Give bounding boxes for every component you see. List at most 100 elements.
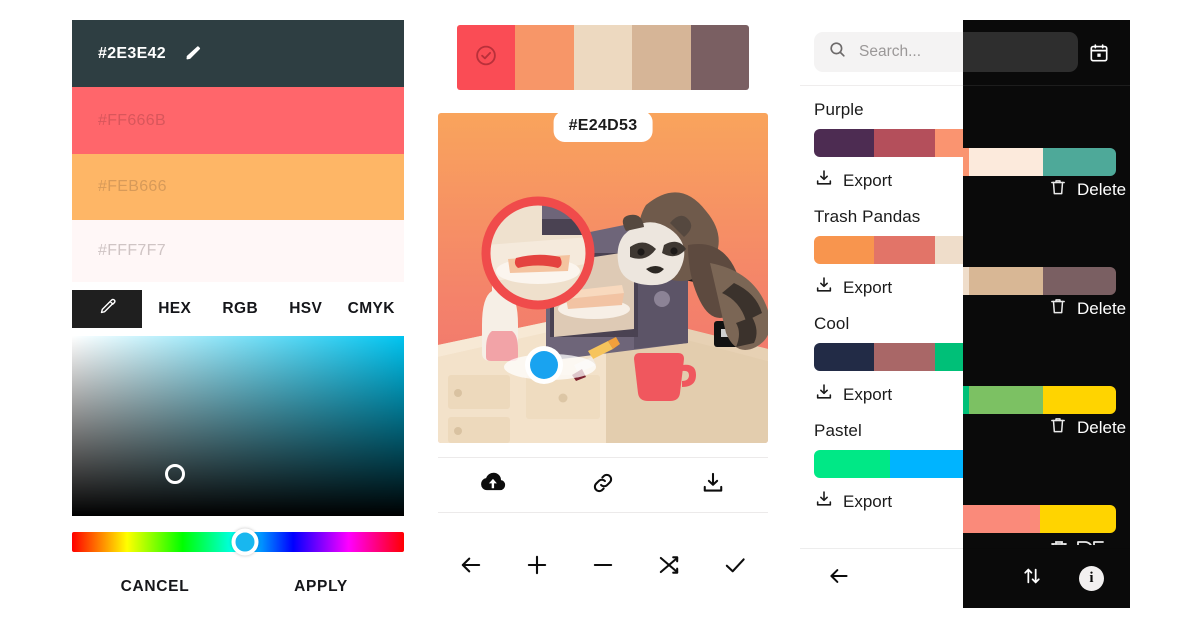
download-button[interactable] (658, 470, 768, 501)
palette-color-bar[interactable] (814, 236, 1116, 264)
search-divider (800, 85, 1130, 86)
saved-palettes-panel: Search... Purple Export Delete Trash Pan… (800, 20, 1130, 608)
shuffle-button[interactable] (636, 551, 702, 584)
check-circle-icon (473, 42, 499, 73)
palette-swatch[interactable] (1055, 236, 1116, 264)
palette-actions: Export Delete (814, 168, 1116, 193)
cloud-upload-button[interactable] (438, 470, 548, 501)
palette-list-item[interactable]: Cool Export Delete (800, 314, 1130, 407)
palette-swatch[interactable] (995, 343, 1056, 371)
palette-actions: Export Delete (814, 382, 1116, 407)
confirm-button[interactable] (702, 551, 768, 584)
check-icon (721, 551, 749, 584)
palette-swatch[interactable] (1055, 343, 1116, 371)
export-button[interactable]: Export (814, 275, 892, 300)
tab-rgb[interactable]: RGB (208, 300, 274, 318)
palette-swatch[interactable] (995, 129, 1056, 157)
palette-swatch[interactable] (814, 236, 875, 264)
tab-hsv[interactable]: HSV (273, 300, 339, 318)
palette-name: Cool (814, 314, 850, 333)
palette-color-bar[interactable] (814, 450, 1116, 478)
back-button[interactable] (826, 563, 852, 594)
bottom-bar-right-actions: i (1021, 565, 1104, 592)
palette-list-item[interactable]: Trash Pandas Export Delete (800, 207, 1130, 300)
palette-list-item[interactable]: Purple Export Delete (800, 100, 1130, 193)
eyedropper-tab[interactable] (72, 290, 142, 328)
palette-swatch[interactable] (814, 343, 875, 371)
detail-swatch[interactable] (632, 25, 691, 90)
illustration-container: #E24D53 (438, 111, 768, 443)
swatch-hex-label: #FFF7F7 (98, 242, 166, 259)
palette-name: Trash Pandas (814, 207, 921, 226)
detail-swatch[interactable] (573, 25, 633, 90)
detail-swatch[interactable] (515, 25, 574, 90)
palette-color-bar[interactable] (814, 129, 1116, 157)
cloud-upload-icon (480, 470, 506, 501)
palette-swatch-row[interactable]: #FFF7F7 (72, 220, 404, 282)
export-label: Export (843, 170, 893, 190)
info-glyph: i (1089, 570, 1094, 586)
export-button[interactable]: Export (814, 168, 892, 193)
detail-swatch[interactable] (457, 25, 516, 90)
saturation-value-field[interactable] (72, 336, 404, 516)
info-button[interactable]: i (1079, 566, 1104, 591)
tab-cmyk[interactable]: CMYK (339, 300, 405, 318)
apply-button[interactable]: APPLY (238, 578, 404, 596)
palette-swatch[interactable] (934, 236, 996, 264)
delete-label: Delete (1060, 384, 1110, 404)
palette-swatch[interactable] (934, 343, 996, 371)
palette-detail-panel: #E24D53 (438, 20, 768, 608)
detail-swatch[interactable] (690, 25, 749, 90)
palette-swatch-row[interactable]: #FF666B (72, 87, 404, 154)
delete-button[interactable]: Delete (1032, 275, 1110, 300)
raccoon-microwave-illustration[interactable] (438, 113, 768, 443)
remove-color-button[interactable] (570, 551, 636, 584)
palette-swatch-row[interactable]: #FEB666 (72, 154, 404, 220)
palette-swatch[interactable] (814, 129, 875, 157)
tab-hex[interactable]: HEX (142, 300, 208, 318)
palette-swatch[interactable] (814, 450, 890, 478)
brush-icon[interactable] (180, 43, 202, 65)
download-icon (814, 382, 834, 407)
palette-list-item[interactable]: Pastel Export Delete (800, 421, 1130, 514)
share-actions-row (438, 457, 768, 513)
delete-button[interactable]: Delete (1032, 489, 1110, 514)
export-button[interactable]: Export (814, 489, 892, 514)
delete-button[interactable]: Delete (1032, 168, 1110, 193)
palette-swatch[interactable] (874, 236, 935, 264)
palette-swatch[interactable] (965, 450, 1041, 478)
palette-color-bar[interactable] (814, 343, 1116, 371)
delete-label: Delete (1060, 170, 1110, 190)
palette-swatch[interactable] (889, 450, 965, 478)
link-icon (590, 470, 616, 501)
delete-label: Delete (1060, 277, 1110, 297)
palette-swatch[interactable] (1040, 450, 1116, 478)
delete-button[interactable]: Delete (1032, 382, 1110, 407)
delete-button-dark-cut[interactable] (1048, 536, 1124, 545)
sv-handle[interactable] (165, 464, 185, 484)
palette-swatch[interactable] (995, 236, 1056, 264)
back-button[interactable] (438, 551, 504, 584)
palette-swatch[interactable] (934, 129, 996, 157)
list-bottom-bar: i (800, 548, 1130, 608)
search-icon (828, 40, 847, 64)
palette-swatch[interactable] (874, 343, 935, 371)
hue-slider[interactable] (72, 528, 404, 556)
export-button[interactable]: Export (814, 382, 892, 407)
saved-palettes-content: Search... Purple Export Delete Trash Pan… (800, 20, 1130, 514)
swatch-hex-label: #FEB666 (98, 178, 167, 195)
back-arrow-icon (457, 551, 485, 584)
screenshot-stage: #2E3E42 #FF666B #FEB666 #FFF7F7 HEX RGB … (0, 0, 1200, 628)
trash-icon (1032, 275, 1052, 300)
copy-link-button[interactable] (548, 470, 658, 501)
add-color-button[interactable] (504, 551, 570, 584)
detail-toolbar (438, 535, 768, 599)
palette-swatch-row[interactable]: #2E3E42 (72, 20, 404, 87)
sort-button[interactable] (1021, 565, 1043, 592)
palette-swatch[interactable] (1055, 129, 1116, 157)
download-icon (814, 489, 834, 514)
palette-swatch[interactable] (874, 129, 935, 157)
hue-slider-handle[interactable] (231, 528, 259, 556)
search-input[interactable]: Search... (814, 32, 1116, 72)
cancel-button[interactable]: CANCEL (72, 578, 238, 596)
